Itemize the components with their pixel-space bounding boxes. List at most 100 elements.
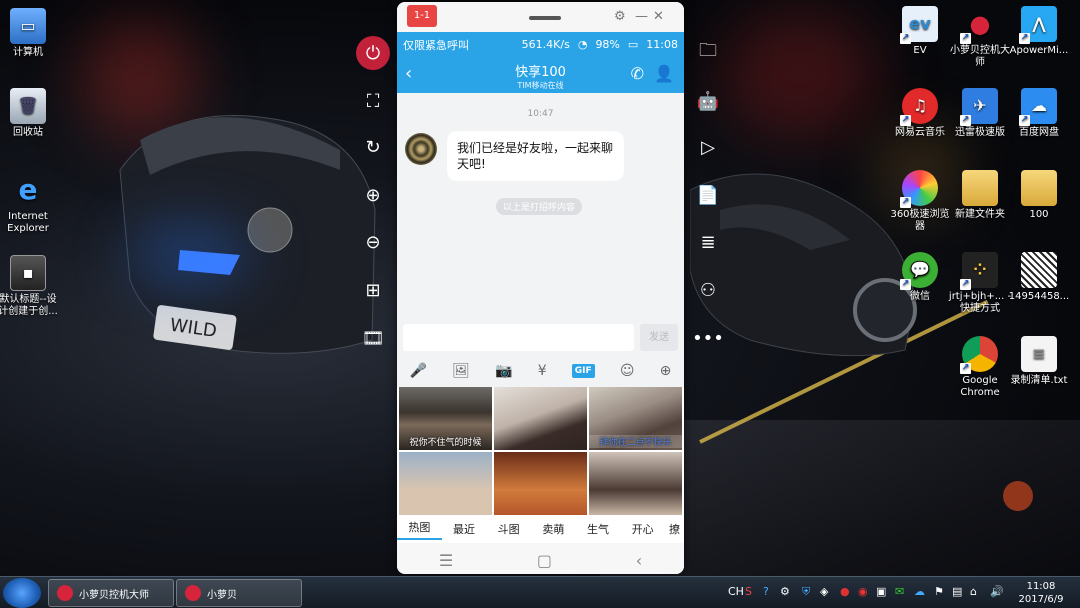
help-icon[interactable]: ? [763, 585, 769, 598]
ime-indicator[interactable]: CH [728, 585, 744, 598]
tray-icon[interactable]: ⌂ [970, 585, 977, 598]
plus-icon[interactable]: ⊕ [660, 363, 672, 379]
profile-icon[interactable]: 👤 [654, 64, 674, 83]
emoji-icon[interactable]: ☺ [620, 363, 635, 379]
netease-music-icon: ♫ [900, 88, 938, 126]
desktop-icon-chrome[interactable]: Google Chrome [948, 336, 1012, 399]
contacts-button[interactable]: ⚇ [691, 273, 725, 307]
screenshot-button[interactable]: ⊞ [356, 273, 390, 307]
tab-battle[interactable]: 斗图 [486, 521, 531, 537]
desktop-icon-apowermirror[interactable]: ⋀ ApowerMi... [1007, 6, 1071, 57]
sticker[interactable] [494, 452, 587, 515]
message-bubble[interactable]: 我们已经是好友啦，一起来聊天吧! [447, 131, 624, 181]
minimize-button[interactable]: — [635, 9, 648, 24]
tab-cute[interactable]: 卖萌 [531, 521, 576, 537]
menu-icon[interactable]: ☰ [439, 551, 453, 570]
sticker[interactable] [399, 452, 492, 515]
cloud-icon[interactable]: ☁ [914, 585, 925, 598]
netease-music-icon[interactable]: ◉ [858, 585, 868, 598]
home-icon[interactable]: ▢ [537, 551, 552, 570]
desktop-icon-shortcut[interactable]: ⁘ jrtj+bjh+... - 快捷方式 [948, 252, 1012, 315]
phone-window: 1-1 ⚙ — ✕ 仅限紧急呼叫 561.4K/s ◔ 98% ▭ 11:08 … [397, 2, 684, 574]
text-file-icon: ≡ [1021, 336, 1057, 372]
video-button[interactable]: ▷ [691, 130, 725, 164]
tab-recent[interactable]: 最近 [442, 521, 487, 537]
desktop-icon-thunder[interactable]: ✈ 迅雷极速版 [948, 88, 1012, 139]
desktop-icon-recycle-bin[interactable]: 🗑 回收站 [0, 88, 60, 139]
start-button[interactable] [3, 578, 41, 608]
desktop-icon-xiaoluobei[interactable]: ● 小萝贝控机大师 [948, 6, 1012, 69]
play-file-icon: ▷ [701, 136, 715, 158]
plus-circle-icon: ⊕ [365, 184, 381, 206]
more-button[interactable]: ••• [691, 321, 725, 355]
desktop-icon-ev[interactable]: ev EV [888, 6, 952, 57]
fullscreen-icon: ⛶ [366, 90, 380, 112]
app-icon[interactable]: ● [840, 585, 850, 598]
desktop-icon-wechat[interactable]: 💬 微信 [888, 252, 952, 303]
camera-icon[interactable]: 📷 [495, 363, 512, 379]
window-titlebar[interactable]: 1-1 ⚙ — ✕ [397, 2, 684, 32]
message-time: 10:47 [527, 109, 554, 119]
text-file-icon: ≣ [700, 231, 716, 253]
desktop-icon-folder-100[interactable]: 100 [1007, 170, 1071, 221]
system-clock[interactable]: 11:08 2017/6/9 [1018, 580, 1064, 606]
desktop-icon-netease[interactable]: ♫ 网易云音乐 [888, 88, 952, 139]
flag-icon[interactable]: ⚑ [934, 585, 944, 598]
taskbar-button-xiaoluobei-master[interactable]: 小萝贝控机大师 [48, 579, 174, 607]
wallpaper-road-line [699, 299, 989, 444]
desktop-icon-qr[interactable]: 14954458... [1007, 252, 1071, 303]
desktop-icon-txt[interactable]: ≡ 录制清单.txt [1007, 336, 1071, 387]
fullscreen-button[interactable]: ⛶ [356, 84, 390, 118]
settings-icon[interactable]: ⚙ [780, 585, 790, 598]
device-tag: 1-1 [407, 5, 437, 27]
tab-angry[interactable]: 生气 [576, 521, 621, 537]
volume-icon[interactable]: 🔊 [990, 585, 1004, 598]
image-icon[interactable]: 🖼 [452, 363, 470, 379]
folder-icon [1021, 170, 1057, 206]
volume-down-button[interactable]: ⊖ [356, 225, 390, 259]
phone-call-icon[interactable]: ✆ [631, 64, 644, 83]
wifi-icon: ◔ [577, 38, 588, 51]
sticker[interactable]: 拜你在二点不快乐 [589, 387, 682, 450]
tab-flirt[interactable]: 撩 [665, 521, 684, 537]
power-button[interactable]: ⏻ [356, 36, 390, 70]
apk-install-button[interactable]: 🤖 [691, 84, 725, 118]
taskbar-button-xiaoluobei[interactable]: 小萝贝 [176, 579, 302, 607]
desktop-icon-baidu[interactable]: ☁ 百度网盘 [1007, 88, 1071, 139]
shield-icon[interactable]: ⛨ [802, 585, 810, 599]
drag-handle[interactable] [529, 16, 561, 20]
send-button[interactable]: 发送 [640, 323, 678, 351]
sticker[interactable] [589, 452, 682, 515]
tray-icon[interactable]: ▣ [876, 585, 886, 598]
rotate-button[interactable]: ↻ [356, 130, 390, 164]
phone-time: 11:08 [646, 38, 678, 51]
desktop-icon-ie[interactable]: e Internet Explorer [0, 172, 60, 235]
document-button[interactable]: 📄 [691, 178, 725, 212]
red-packet-icon[interactable]: ¥ [538, 363, 547, 379]
desktop-icon-new-folder[interactable]: 新建文件夹 [948, 170, 1012, 221]
record-button[interactable]: 🎞 [356, 321, 390, 355]
microphone-icon[interactable]: 🎤 [410, 363, 427, 379]
back-nav-icon[interactable]: ‹ [636, 551, 642, 570]
settings-icon[interactable]: ⚙ [614, 9, 626, 24]
desktop-icon-computer[interactable]: ▭ 计算机 [0, 8, 60, 59]
close-button[interactable]: ✕ [653, 9, 664, 24]
sticker[interactable] [494, 387, 587, 450]
360-browser-icon [900, 170, 938, 208]
sogou-icon[interactable]: S [745, 585, 752, 598]
desktop-icon-image-file[interactable]: ▪ 默认标题--设计创建于创... [0, 255, 60, 318]
text-input-button[interactable]: ≣ [691, 225, 725, 259]
sticker[interactable]: 祝你不住气的时候 [399, 387, 492, 450]
desktop-icon-360[interactable]: 360极速浏览器 [888, 170, 952, 233]
tab-happy[interactable]: 开心 [620, 521, 665, 537]
gif-button[interactable]: GIF [571, 364, 595, 378]
volume-up-button[interactable]: ⊕ [356, 178, 390, 212]
tab-hot[interactable]: 热图 [397, 519, 442, 540]
recycle-bin-icon: 🗑 [10, 88, 46, 124]
wechat-icon[interactable]: ✉ [895, 585, 904, 598]
tray-icon[interactable]: ◈ [820, 585, 828, 598]
avatar[interactable] [405, 133, 437, 165]
file-manager-button[interactable]: 🗀 [691, 36, 725, 70]
tray-icon[interactable]: ▤ [952, 585, 962, 598]
message-input[interactable] [403, 323, 634, 351]
